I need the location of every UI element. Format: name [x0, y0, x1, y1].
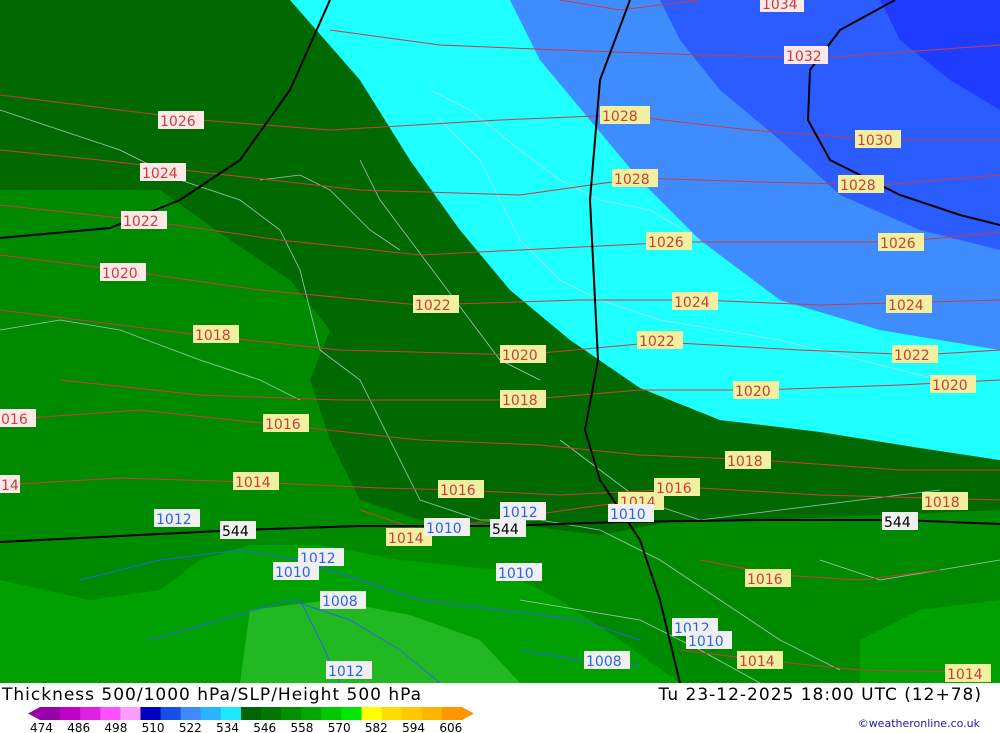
low-label: 1010 — [275, 565, 311, 581]
isobar-label: 1022 — [639, 334, 675, 350]
isobar-label: 1034 — [762, 0, 798, 13]
legend-tick-label: 558 — [290, 721, 313, 733]
isobar-label: 016 — [1, 412, 28, 428]
low-label: 1010 — [610, 507, 646, 523]
legend-swatch — [40, 707, 61, 720]
isobar-label: 1024 — [888, 298, 924, 314]
legend-swatch — [341, 707, 363, 720]
legend-swatch — [261, 707, 282, 720]
isobar-label: 1018 — [502, 393, 538, 409]
isobar-label: 1016 — [656, 481, 692, 497]
isobar-label: 1022 — [123, 214, 159, 230]
isobar-label: 1016 — [747, 572, 783, 588]
isobar-label: 14 — [1, 478, 19, 494]
legend-tick-label: 486 — [67, 721, 90, 733]
legend-swatch — [100, 707, 121, 720]
isobar-label: 1014 — [235, 475, 271, 491]
legend-tick-label: 510 — [142, 721, 165, 733]
isobar-label: 1018 — [727, 454, 763, 470]
low-label: 1008 — [322, 594, 358, 610]
legend-tick-label: 474 — [30, 721, 53, 733]
legend-swatch — [140, 707, 162, 720]
map-datetime: Tu 23-12-2025 18:00 UTC (12+78) — [658, 685, 982, 705]
low-label: 1008 — [586, 654, 622, 670]
low-label: 1012 — [328, 664, 364, 680]
legend-swatch — [421, 707, 443, 720]
legend-swatch — [281, 707, 302, 720]
low-label: 1010 — [426, 521, 462, 537]
low-label: 1010 — [498, 566, 534, 582]
isobar-label: 1022 — [894, 348, 930, 364]
isobar-label: 1028 — [840, 178, 876, 194]
isobar-label: 1030 — [857, 133, 893, 149]
legend-swatch — [180, 707, 202, 720]
legend-tick-label: 522 — [179, 721, 202, 733]
low-label: 1012 — [502, 505, 538, 521]
isobar-label: 1022 — [415, 298, 451, 314]
weather-map: 1034 1032 1026 1024 1022 1020 1030 1028 … — [0, 0, 1000, 683]
isobar-label: 1014 — [947, 667, 983, 683]
footer: Thickness 500/1000 hPa/SLP/Height 500 hP… — [0, 683, 1000, 733]
legend-tick-label: 534 — [216, 721, 239, 733]
isobar-label: 1016 — [440, 483, 476, 499]
height-label: 544 — [222, 524, 249, 540]
isobar-label: 1020 — [735, 384, 771, 400]
credit: ©weatheronline.co.uk — [857, 717, 980, 730]
legend-tick-label: 594 — [402, 721, 425, 733]
isobar-label: 1028 — [602, 109, 638, 125]
legend-tick-label: 606 — [439, 721, 462, 733]
isobar-label: 1014 — [739, 654, 775, 670]
color-legend: 474 486 498 510 522 534 546 558 570 582 594 606 — [28, 707, 474, 733]
map-title: Thickness 500/1000 hPa/SLP/Height 500 hP… — [2, 685, 423, 705]
legend-swatch — [401, 707, 423, 720]
legend-swatch — [441, 707, 463, 720]
legend-swatch — [80, 707, 101, 720]
legend-swatch — [321, 707, 342, 720]
isobar-label: 1026 — [160, 114, 196, 130]
legend-swatch — [381, 707, 403, 720]
legend-arrow-low — [28, 707, 40, 720]
legend-tick-label: 570 — [328, 721, 351, 733]
isobar-label: 1014 — [388, 531, 424, 547]
legend-swatch — [120, 707, 141, 720]
height-label: 544 — [492, 522, 519, 538]
legend-swatch — [160, 707, 182, 720]
legend-tick-label: 582 — [365, 721, 388, 733]
legend-swatch — [361, 707, 383, 720]
isobar-label: 1028 — [614, 172, 650, 188]
legend-swatch — [240, 707, 262, 720]
isobar-label: 1026 — [880, 236, 916, 252]
legend-swatch — [200, 707, 222, 720]
isobar-label: 1020 — [502, 348, 538, 364]
isobar-label: 1020 — [102, 266, 138, 282]
isobar-label: 1024 — [674, 295, 710, 311]
height-label: 544 — [884, 515, 911, 531]
legend-tick-label: 546 — [253, 721, 276, 733]
legend-swatch — [60, 707, 81, 720]
isobar-label: 1016 — [265, 417, 301, 433]
isobar-label: 1032 — [786, 49, 822, 65]
legend-arrow-high — [462, 707, 474, 720]
isobar-label: 1026 — [648, 235, 684, 251]
legend-tick-label: 498 — [104, 721, 127, 733]
low-label: 1010 — [688, 634, 724, 650]
isobar-label: 1018 — [195, 328, 231, 344]
isobar-label: 1020 — [932, 378, 968, 394]
isobar-label: 1024 — [142, 166, 178, 182]
legend-swatch — [301, 707, 322, 720]
low-label: 1012 — [156, 512, 192, 528]
legend-swatch — [220, 707, 242, 720]
isobar-label: 1018 — [924, 495, 960, 511]
